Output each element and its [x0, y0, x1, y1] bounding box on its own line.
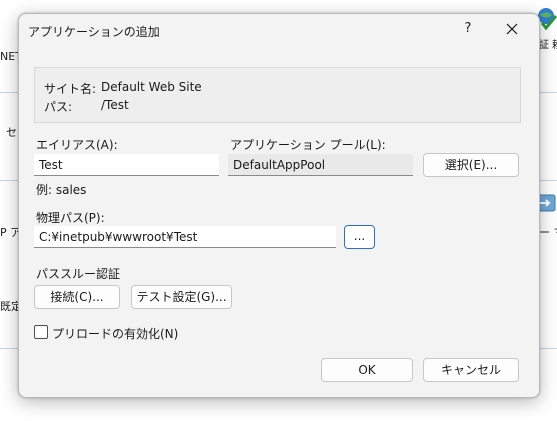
physical-path-input[interactable]: C:¥inetpub¥wwwroot¥Test [34, 226, 336, 248]
preload-label[interactable]: プリロードの有効化(N) [52, 325, 178, 342]
passthrough-auth-label: パススルー認証 [36, 267, 121, 281]
path-value: /Test [101, 98, 129, 112]
add-application-dialog: アプリケーションの追加 ? サイト名: Default Web Site パス:… [18, 13, 540, 398]
path-label: パス: [44, 100, 73, 114]
background-divider [0, 92, 18, 93]
select-app-pool-button[interactable]: 選択(E)... [423, 153, 519, 177]
physical-path-label: 物理パス(P): [36, 211, 105, 225]
test-settings-button[interactable]: テスト設定(G)... [131, 285, 232, 309]
preload-checkbox[interactable] [34, 325, 48, 339]
connect-as-button[interactable]: 接続(C)... [34, 285, 120, 309]
close-button[interactable] [500, 17, 524, 41]
help-button[interactable]: ? [457, 17, 479, 41]
background-text: 証 頼 し [539, 40, 557, 51]
dialog-title: アプリケーションの追加 [28, 25, 160, 39]
close-icon [506, 23, 518, 35]
app-pool-field: DefaultAppPool [228, 154, 413, 176]
background-divider [0, 180, 18, 181]
app-pool-label: アプリケーション プール(L): [230, 138, 386, 152]
site-name-value: Default Web Site [101, 80, 202, 94]
background-divider [538, 180, 557, 181]
background-text: ー マッ [539, 226, 557, 239]
site-info-panel: サイト名: Default Web Site パス: /Test [34, 67, 521, 123]
alias-input[interactable]: Test [34, 154, 219, 176]
cancel-button[interactable]: キャンセル [423, 358, 519, 382]
ok-button[interactable]: OK [321, 358, 413, 382]
browse-button[interactable]: ... [344, 225, 375, 249]
screen: NET セ P ア 既定 証 頼 し ー マッ アプリケーションの追加 ? サイ… [0, 0, 557, 421]
alias-example: 例: sales [36, 183, 87, 197]
background-text: セ [6, 126, 17, 139]
background-divider [538, 92, 557, 93]
alias-label: エイリアス(A): [36, 138, 118, 152]
site-name-label: サイト名: [44, 82, 97, 96]
